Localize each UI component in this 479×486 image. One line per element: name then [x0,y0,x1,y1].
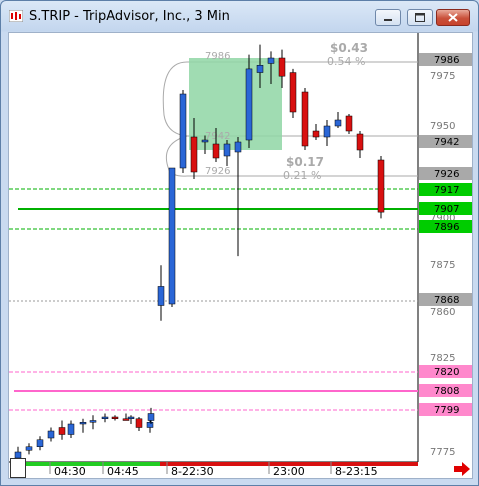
annotation-percent-low: 0.21 % [283,169,321,182]
annotation-percent-high: 0.54 % [327,55,365,68]
price-tick-7860: 7860 [430,307,455,318]
candle-body [89,420,97,423]
candle-body [58,427,66,435]
minimize-button[interactable] [375,9,401,26]
price-tag-7907: 7907 [434,204,459,215]
time-label-04:30: 04:30 [54,465,86,478]
price-tag-7917: 7917 [434,185,459,196]
price-tag-7986: 7986 [434,55,459,66]
candle-body [312,130,320,138]
candle-body [334,119,342,127]
time-label-23:00: 23:00 [273,465,305,478]
price-tick-7875: 7875 [430,260,455,271]
candle-body [278,57,286,77]
close-button[interactable] [436,9,470,26]
candle-body [201,139,209,143]
price-tag-7808: 7808 [434,386,459,397]
candle-body [147,413,155,421]
price-tick-7775: 7775 [430,447,455,458]
annotation-change-low: $0.17 [286,155,324,169]
time-label-8-23:15: 8-23:15 [335,465,378,478]
chart-corner-box[interactable] [10,458,26,478]
candle-body [245,68,253,141]
candle-body [377,159,385,213]
candle-body [25,446,33,451]
window-title: S.TRIP - TripAdvisor, Inc., 3 Min [29,9,230,24]
time-label-04:45: 04:45 [107,465,139,478]
price-tag-7942: 7942 [434,137,459,148]
maximize-icon [415,13,425,22]
price-tick-7950: 7950 [430,121,455,132]
candle-body [79,422,87,425]
session-bar-premarket [23,462,160,466]
price-tag-7868: 7868 [434,295,459,306]
price-chart[interactable]: 7986 7942 7926 $0.430.54 % $0.170.21 % 7975 79… [9,33,472,478]
candle-body [345,115,353,132]
candle-body [146,422,154,428]
app-chart-icon [9,10,23,22]
candle-body [190,136,198,173]
candle-body [223,143,231,157]
candle-body [179,93,187,169]
price-tag-7820: 7820 [434,367,459,378]
time-label-8-22:30: 8-22:30 [171,465,214,478]
candle-body [289,72,297,113]
candle-body [135,418,143,428]
close-icon [448,13,458,22]
price-tag-7926: 7926 [434,169,459,180]
candle-body [101,416,109,419]
candle-body [234,141,242,153]
candle-body [301,91,309,147]
maximize-button[interactable] [407,9,433,26]
candle-body [256,65,264,73]
candle-body [157,286,165,306]
annotation-change-high: $0.43 [330,41,368,55]
price-tick-7825: 7825 [430,353,455,364]
candle-body [111,416,119,419]
title-bar[interactable]: S.TRIP - TripAdvisor, Inc., 3 Min [1,1,478,31]
chart-window: S.TRIP - TripAdvisor, Inc., 3 Min 7986 79… [0,0,479,486]
candle-body [323,125,331,138]
annotation-price-high: 7986 [205,51,230,62]
chart-area[interactable]: 7986 7942 7926 $0.43 0.54 % $0.17 0.21 % 7975 79… [8,32,473,479]
candle-body [168,167,176,305]
price-tag-7896: 7896 [434,222,459,233]
candle-body [127,416,135,419]
annotation-price-low: 7926 [205,166,230,177]
candle-body [356,133,364,151]
minimize-icon [384,19,392,21]
price-tag-7799: 7799 [434,405,459,416]
candle-body [212,143,220,159]
candle-body [47,430,55,439]
candle-body [122,418,130,421]
candle-body [267,57,275,64]
scroll-right-arrow-icon[interactable] [454,462,470,476]
candle-body [36,439,44,447]
candle-body [67,423,75,435]
highlight-box [189,58,282,150]
price-tick-7975: 7975 [430,71,455,82]
